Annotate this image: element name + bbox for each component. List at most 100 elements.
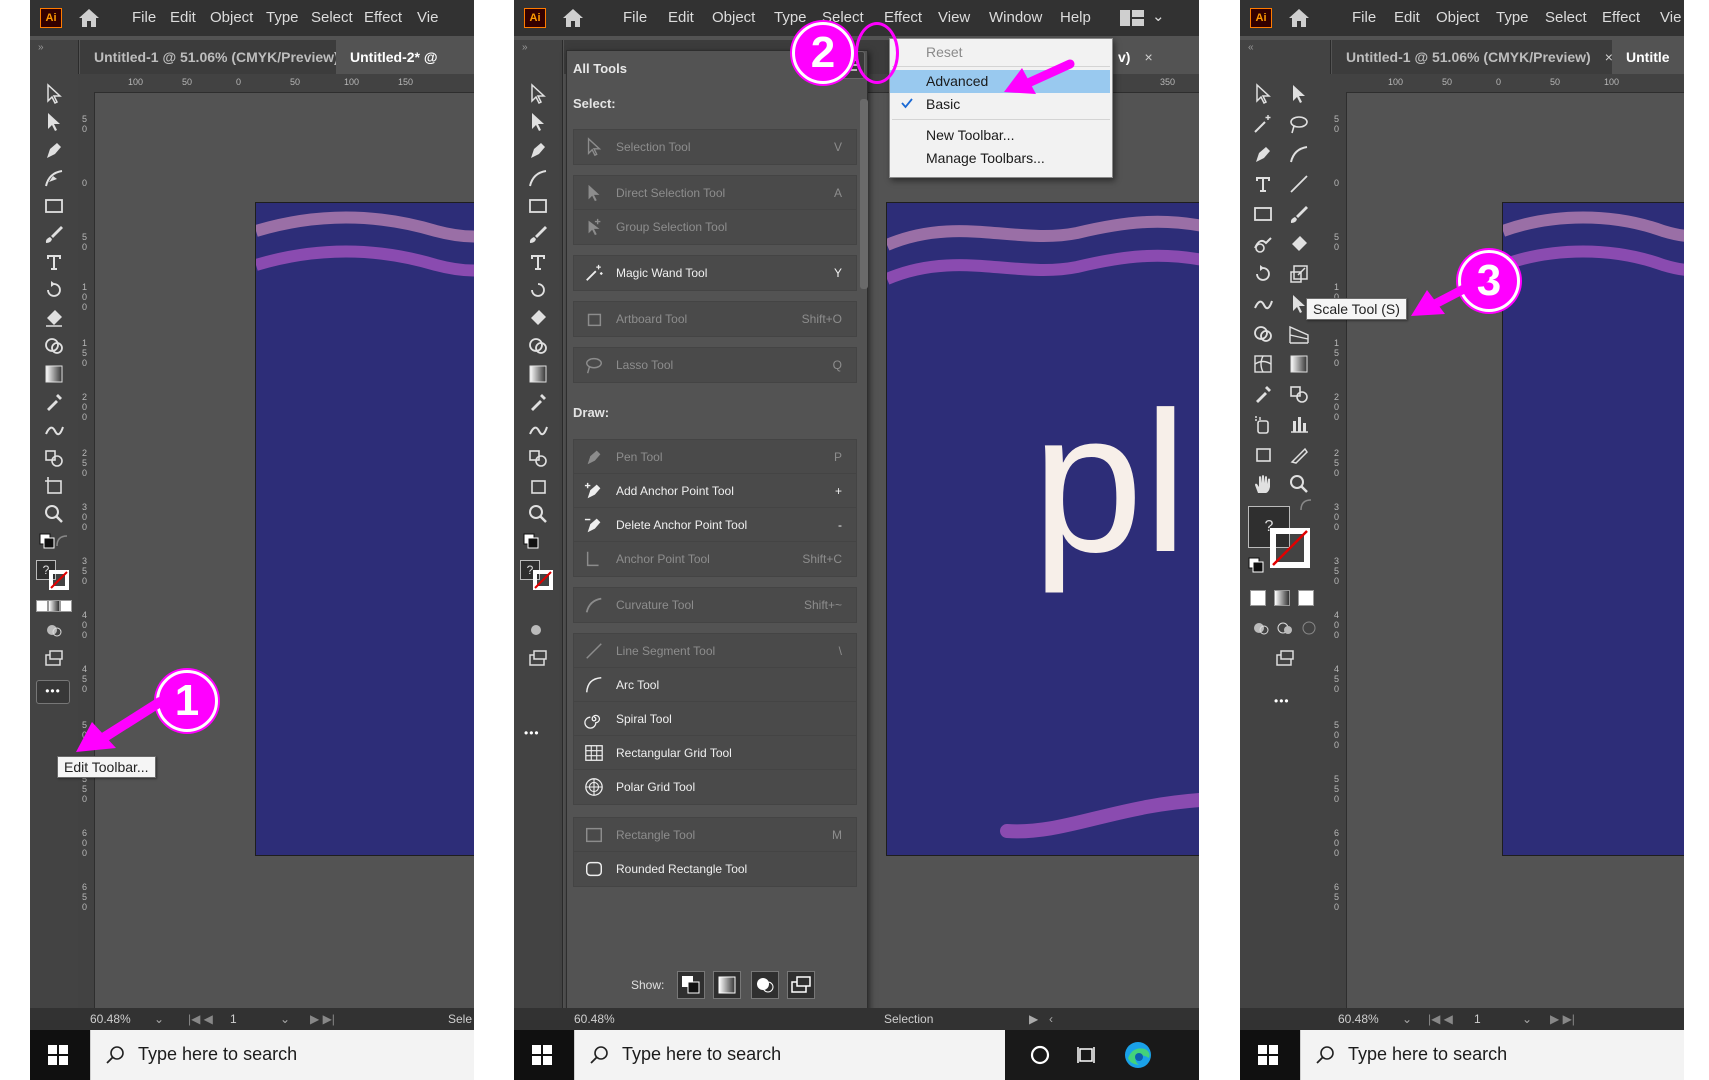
page-number[interactable]: 1 [230,1012,237,1026]
shape-builder-tool-icon[interactable] [41,334,67,358]
more-tools-icon[interactable]: ••• [524,726,540,740]
blend-tool-icon[interactable] [1250,292,1276,316]
gradient-tool-icon[interactable] [525,362,551,386]
menu-effect[interactable]: Effect [1602,9,1640,26]
eyedropper-tool-icon[interactable] [525,390,551,414]
lasso-tool-icon[interactable] [1286,112,1312,136]
pen-tool-icon[interactable] [1250,142,1276,166]
gradient-tool-icon[interactable] [1286,352,1312,376]
drawer-tool-rectangular-grid[interactable]: Rectangular Grid Tool [573,735,857,771]
artboard-tool-icon[interactable] [1250,442,1276,466]
grip-icon[interactable]: » [38,42,45,53]
drawer-tool-magic-wand[interactable]: Magic Wand Tool Y [573,255,857,291]
menu-file[interactable]: File [623,9,647,26]
first-page-icon[interactable]: |◀ ◀ [1428,1012,1453,1026]
drawer-tool-selection[interactable]: Selection Tool V [573,129,857,165]
doc-tab-untitled-1[interactable]: Untitled-1 @ 51.06% (CMYK/Preview)× [80,40,361,74]
eraser-tool-icon[interactable] [41,306,67,330]
taskbar-search[interactable]: Type here to search [1300,1030,1684,1080]
zoom-level[interactable]: 60.48% [574,1012,615,1026]
type-tool-icon[interactable] [525,250,551,274]
stroke-none-icon[interactable] [1270,528,1310,568]
page-number[interactable]: 1 [1474,1012,1481,1026]
doc-tab-untitled-2[interactable]: Untitled-2* @ [336,40,474,74]
menu-item-manage-toolbars[interactable]: Manage Toolbars... [890,147,1110,170]
paintbrush-tool-icon[interactable] [41,222,67,246]
start-button[interactable] [514,1030,574,1080]
screen-mode-icon[interactable] [525,646,551,670]
menu-select[interactable]: Select [1545,9,1587,26]
zoom-level[interactable]: 60.48% [90,1012,131,1026]
direct-selection-tool-icon[interactable] [41,110,67,134]
rectangle-tool-icon[interactable] [525,194,551,218]
menu-edit[interactable]: Edit [668,9,694,26]
color-mode-buttons[interactable] [36,600,72,612]
menu-view[interactable]: Vie [1660,9,1681,26]
chevron-down-icon[interactable]: ⌄ [154,1012,164,1026]
zoom-level[interactable]: 60.48% [1338,1012,1379,1026]
screen-mode-icon[interactable] [41,646,67,670]
artboard[interactable] [255,202,474,856]
workspace-switcher-icon[interactable] [1120,10,1144,26]
eyedropper-tool-icon[interactable] [41,390,67,414]
symbol-sprayer-tool-icon[interactable] [1250,412,1276,436]
grip-icon[interactable]: » [522,42,529,53]
menu-help[interactable]: Help [1060,9,1091,26]
edge-browser-icon[interactable] [1123,1040,1153,1070]
doc-tab-active[interactable]: v) × [1104,40,1199,74]
selection-tool-icon[interactable] [525,82,551,106]
default-fill-stroke-icon[interactable] [1244,554,1270,578]
curvature-tool-icon[interactable] [41,166,67,190]
show-fill-stroke-button[interactable] [677,971,705,999]
drawer-scroll-thumb[interactable] [860,99,868,289]
menu-object[interactable]: Object [1436,9,1479,26]
eraser-tool-icon[interactable] [525,306,551,330]
artboard[interactable]: pl [886,202,1199,856]
drawer-tool-anchor-point[interactable]: Anchor Point Tool Shift+C [573,541,857,577]
edit-toolbar-button[interactable]: ••• [36,680,70,704]
drawer-tool-line-segment[interactable]: Line Segment Tool \ [573,633,857,669]
drawer-tool-spiral[interactable]: Spiral Tool [573,701,857,737]
menu-type[interactable]: Type [1496,9,1529,26]
draw-behind-icon[interactable] [1272,616,1298,640]
show-color-button[interactable] [713,971,741,999]
default-fill-stroke-icon[interactable] [519,530,545,554]
shape-builder-tool-icon[interactable] [1250,322,1276,346]
magic-wand-tool-icon[interactable] [1250,112,1276,136]
menu-effect[interactable]: Effect [364,9,402,26]
chevron-down-icon[interactable]: ⌄ [1522,1012,1532,1026]
eyedropper-tool-icon[interactable] [1250,382,1276,406]
menu-view[interactable]: View [938,9,970,26]
drawer-tool-curvature[interactable]: Curvature Tool Shift+~ [573,587,857,623]
rotate-tool-icon[interactable] [1250,262,1276,286]
next-page-icon[interactable]: ▶ ▶| [1550,1012,1575,1026]
live-paint-bucket-icon[interactable] [1286,382,1312,406]
paintbrush-tool-icon[interactable] [1286,202,1312,226]
pen-tool-icon[interactable] [525,138,551,162]
type-tool-icon[interactable] [1250,172,1276,196]
paintbrush-tool-icon[interactable] [525,222,551,246]
rectangle-tool-icon[interactable] [41,194,67,218]
chevron-down-icon[interactable]: ⌄ [1152,7,1165,25]
more-tools-icon[interactable]: ••• [1274,694,1290,708]
chevron-left-icon[interactable]: ‹ [1049,1012,1053,1026]
eraser-tool-icon[interactable] [1286,232,1312,256]
mesh-tool-icon[interactable] [1250,352,1276,376]
swap-fill-stroke-icon[interactable] [1294,494,1320,518]
drawer-tool-rounded-rectangle[interactable]: Rounded Rectangle Tool [573,851,857,887]
gradient-tool-icon[interactable] [41,362,67,386]
drawer-tool-artboard[interactable]: Artboard Tool Shift+O [573,301,857,337]
chevron-down-icon[interactable]: ⌄ [1402,1012,1412,1026]
close-icon[interactable]: × [1144,49,1152,65]
drawer-tool-direct-selection[interactable]: Direct Selection Tool A [573,175,857,211]
rotate-tool-icon[interactable] [41,278,67,302]
taskbar-search[interactable]: Type here to search [574,1030,1005,1080]
zoom-tool-icon[interactable] [1286,472,1312,496]
drawer-tool-add-anchor[interactable]: Add Anchor Point Tool + [573,473,857,509]
home-icon[interactable] [1288,8,1310,28]
drawer-tool-pen[interactable]: Pen Tool P [573,439,857,475]
menu-object[interactable]: Object [712,9,755,26]
blend-tool-icon[interactable] [525,418,551,442]
artboard-tool-icon[interactable] [41,474,67,498]
artboard-tool-icon[interactable] [525,474,551,498]
